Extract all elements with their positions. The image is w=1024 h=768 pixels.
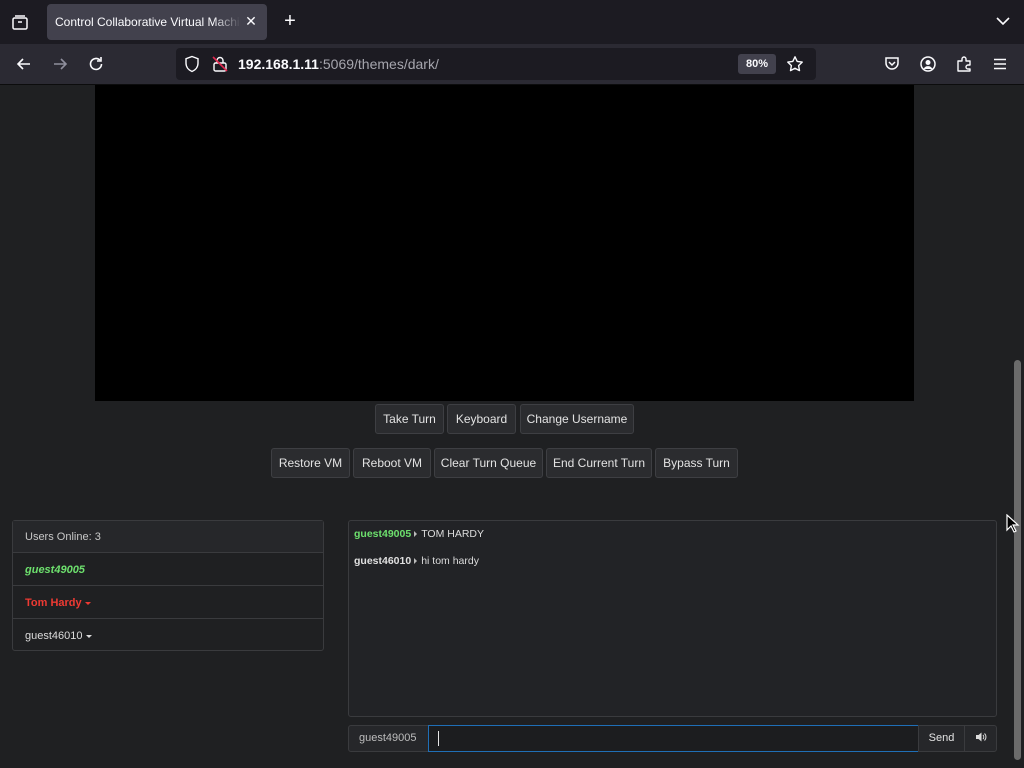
tab-title: Control Collaborative Virtual Machine — [55, 15, 241, 29]
chat-message-text: hi tom hardy — [421, 555, 479, 567]
pocket-icon[interactable] — [880, 52, 904, 76]
end-current-turn-button[interactable]: End Current Turn — [546, 448, 652, 478]
reload-icon[interactable] — [84, 52, 108, 76]
send-button[interactable]: Send — [918, 725, 965, 752]
change-username-button[interactable]: Change Username — [520, 404, 634, 434]
username: Tom Hardy — [25, 597, 82, 609]
menu-icon[interactable] — [988, 52, 1012, 76]
shield-icon[interactable] — [184, 55, 200, 78]
back-icon[interactable] — [12, 52, 36, 76]
address-bar[interactable]: 192.168.1.11:5069/themes/dark/ 80% — [176, 48, 816, 80]
user-list-item-self: guest49005 — [13, 553, 323, 586]
zoom-level-badge[interactable]: 80% — [738, 54, 776, 74]
browser-nav-bar: 192.168.1.11:5069/themes/dark/ 80% — [0, 44, 1024, 85]
arrow-right-icon — [414, 531, 418, 538]
tab-list-icon[interactable] — [8, 10, 32, 34]
browser-tab-active[interactable]: Control Collaborative Virtual Machine ✕ — [47, 4, 267, 40]
url-host: 192.168.1.11 — [238, 56, 319, 72]
users-online-header: Users Online: 3 — [13, 521, 323, 553]
arrow-right-icon — [414, 558, 418, 565]
chat-message-user: guest49005 — [354, 528, 412, 540]
text-caret — [438, 731, 439, 746]
account-icon[interactable] — [916, 52, 940, 76]
page-scrollbar[interactable] — [1010, 85, 1024, 768]
user-list-item[interactable]: Tom Hardy — [13, 586, 323, 619]
bookmark-star-icon[interactable] — [786, 55, 804, 78]
user-list-item[interactable]: guest46010 — [13, 619, 323, 652]
chat-messages-panel[interactable]: guest49005 TOM HARDY guest46010 hi tom har… — [348, 520, 997, 717]
url-text[interactable]: 192.168.1.11:5069/themes/dark/ — [238, 56, 439, 72]
new-tab-icon[interactable]: + — [279, 11, 301, 33]
scrollbar-thumb[interactable] — [1014, 360, 1021, 760]
username: guest46010 — [25, 630, 83, 642]
vm-display[interactable] — [95, 85, 914, 401]
username: guest49005 — [25, 564, 85, 576]
dropdown-caret-icon — [85, 634, 92, 638]
page-content: Take Turn Keyboard Change Username Resto… — [0, 85, 1010, 768]
dropdown-caret-icon — [84, 601, 91, 605]
close-tab-icon[interactable]: ✕ — [243, 13, 259, 29]
keyboard-button[interactable]: Keyboard — [447, 404, 516, 434]
insecure-lock-icon[interactable] — [212, 55, 228, 78]
chat-message: guest46010 hi tom hardy — [354, 555, 479, 567]
chat-input-row: guest49005 Send — [348, 725, 997, 752]
restore-vm-button[interactable]: Restore VM — [271, 448, 350, 478]
take-turn-button[interactable]: Take Turn — [375, 404, 444, 434]
volume-icon — [975, 730, 987, 748]
chat-input[interactable] — [428, 725, 919, 752]
browser-tab-bar: Control Collaborative Virtual Machine ✕ … — [0, 0, 1024, 44]
forward-icon[interactable] — [48, 52, 72, 76]
reboot-vm-button[interactable]: Reboot VM — [353, 448, 431, 478]
chat-message-user: guest46010 — [354, 555, 412, 567]
bypass-turn-button[interactable]: Bypass Turn — [655, 448, 738, 478]
users-online-panel: Users Online: 3 guest49005 Tom Hardy gue… — [12, 520, 324, 651]
mouse-cursor-icon — [1006, 513, 1020, 534]
chevron-down-icon[interactable] — [994, 12, 1012, 30]
extensions-icon[interactable] — [952, 52, 976, 76]
chat-message-text: TOM HARDY — [421, 528, 485, 540]
chat-message: guest49005 TOM HARDY — [354, 528, 484, 540]
clear-turn-queue-button[interactable]: Clear Turn Queue — [434, 448, 543, 478]
url-path: :5069/themes/dark/ — [318, 56, 439, 72]
volume-button[interactable] — [964, 725, 997, 752]
chat-username-label: guest49005 — [348, 725, 429, 752]
